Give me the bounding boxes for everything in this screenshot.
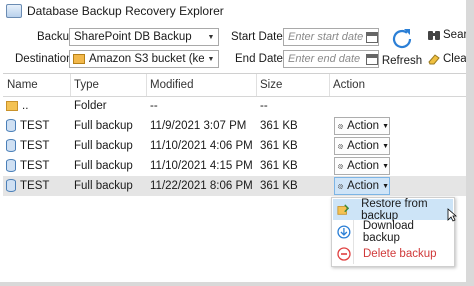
column-header-name[interactable]: Name [5,74,38,96]
app-icon [6,4,22,18]
row-modified: 11/9/2021 3:07 PM [150,120,247,132]
action-button-label: Action [347,180,380,192]
row-modified: 11/22/2021 8:06 PM [150,180,253,192]
menu-item-label: Restore from backup [361,197,428,222]
mouse-cursor-icon [447,208,457,222]
backup-select-value: SharePoint DB Backup [74,31,192,43]
action-button[interactable]: Action ▼ [334,157,390,175]
gear-icon [338,163,344,169]
menu-item-restore[interactable]: Restore from backup [333,197,453,222]
action-button-label: Action [347,140,380,152]
calendar-icon[interactable] [366,31,378,43]
row-size: 361 KB [260,160,298,172]
row-type: Full backup [74,180,133,192]
search-label: Sear [443,29,467,41]
row-name: .. [22,100,29,112]
binoculars-icon [428,31,440,40]
search-button[interactable]: Sear [427,28,467,42]
column-divider [70,74,71,96]
database-icon [6,159,16,172]
restore-icon [337,203,350,215]
row-name: TEST [20,180,50,192]
table-row[interactable]: TEST Full backup 11/9/2021 3:07 PM 361 K… [3,116,466,136]
chevron-down-icon: ▼ [207,55,215,63]
table-row[interactable]: TEST Full backup 11/10/2021 4:06 PM 361 … [3,136,466,156]
calendar-icon[interactable] [366,53,378,65]
action-menu: Restore from backup Download backup Dele… [331,197,455,267]
start-date-input[interactable] [284,31,364,43]
start-date-field[interactable] [283,28,379,46]
row-size: 361 KB [260,140,298,152]
download-icon [337,224,351,239]
column-header-size[interactable]: Size [258,74,282,96]
page-edge-bottom [0,282,474,286]
row-modified: 11/10/2021 4:06 PM [150,140,253,152]
window-title: Database Backup Recovery Explorer [27,4,224,18]
row-modified: -- [150,100,158,112]
folder-icon [6,101,18,111]
column-header-modified[interactable]: Modified [148,74,193,96]
delete-icon [337,246,351,261]
bucket-icon [73,54,85,64]
row-name: TEST [20,120,50,132]
chevron-down-icon: ▼ [382,142,389,150]
grid-header: Name Type Modified Size Action [3,74,466,97]
database-icon [6,119,16,132]
refresh-label: Refresh [381,55,423,67]
backup-select[interactable]: SharePoint DB Backup ▼ [69,28,219,46]
table-row[interactable]: .. Folder -- -- [3,96,466,116]
table-row-selected[interactable]: TEST Full backup 11/22/2021 8:06 PM 361 … [3,176,466,196]
row-type: Full backup [74,140,133,152]
gear-icon [338,183,344,189]
table-row[interactable]: TEST Full backup 11/10/2021 4:15 PM 361 … [3,156,466,176]
eraser-icon [428,54,440,65]
row-name: TEST [20,160,50,172]
end-date-label: End Date: [235,53,287,65]
clear-button[interactable]: Clea [427,52,467,66]
chevron-down-icon: ▼ [382,182,389,190]
refresh-icon [392,29,412,49]
database-icon [6,139,16,152]
action-button-label: Action [347,120,380,132]
row-size: 361 KB [260,120,298,132]
refresh-button[interactable]: Refresh [381,26,423,72]
chevron-down-icon: ▼ [382,162,389,170]
row-modified: 11/10/2021 4:15 PM [150,160,253,172]
column-header-action[interactable]: Action [331,74,365,96]
database-icon [6,179,16,192]
row-name: TEST [20,140,50,152]
chevron-down-icon: ▼ [382,122,389,130]
action-button[interactable]: Action ▼ [334,137,390,155]
row-type: Folder [74,100,107,112]
end-date-input[interactable] [284,53,364,65]
menu-item-label: Download backup [362,219,414,244]
column-divider [329,74,330,96]
row-size: -- [260,100,268,112]
clear-label: Clea [443,53,467,65]
chevron-down-icon: ▼ [207,33,215,41]
row-type: Full backup [74,120,133,132]
column-header-type[interactable]: Type [72,74,99,96]
row-type: Full backup [74,160,133,172]
row-size: 361 KB [260,180,298,192]
menu-item-delete[interactable]: Delete backup [333,243,453,264]
destination-select[interactable]: Amazon S3 bucket (keyme... ▼ [69,50,219,68]
action-button[interactable]: Action ▼ [334,177,390,195]
action-button[interactable]: Action ▼ [334,117,390,135]
title-bar: Database Backup Recovery Explorer [0,0,466,22]
column-divider [256,74,257,96]
start-date-label: Start Date: [231,31,286,43]
menu-item-label: Delete backup [363,247,437,260]
menu-item-download[interactable]: Download backup [333,219,453,244]
search-clear-group: Sear Clea [427,26,467,72]
gear-icon [338,123,344,129]
gear-icon [338,143,344,149]
page-edge [466,0,474,286]
column-divider [146,74,147,96]
app-window: Database Backup Recovery Explorer Backup… [0,0,467,283]
end-date-field[interactable] [283,50,379,68]
destination-label: Destination: [15,53,76,65]
action-button-label: Action [347,160,380,172]
destination-select-value: Amazon S3 bucket (keyme... [89,53,204,65]
